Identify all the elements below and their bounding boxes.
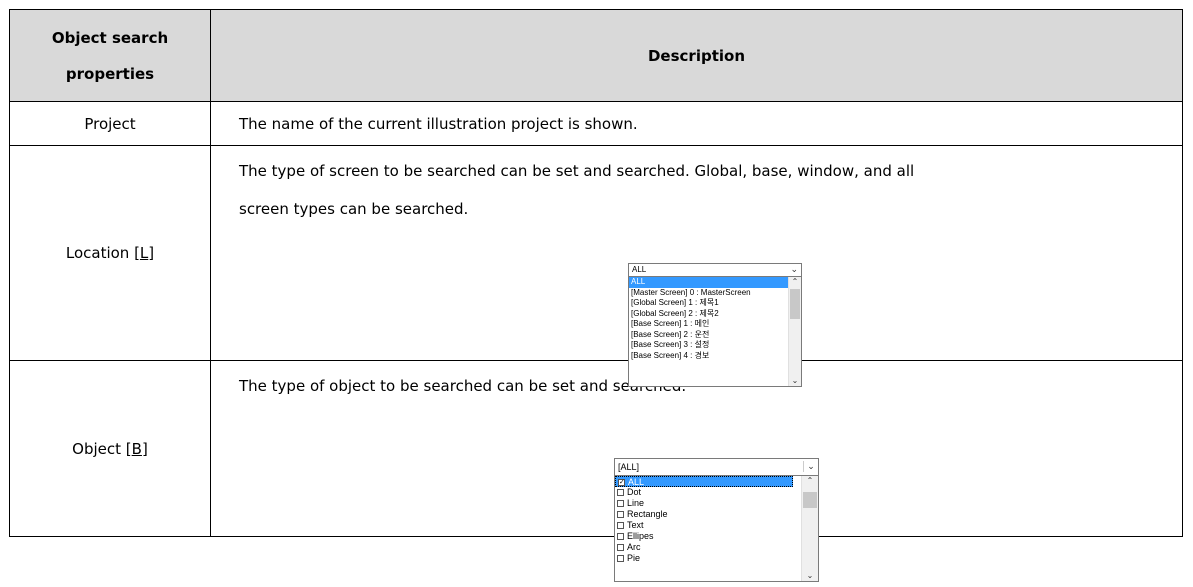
checkbox-icon[interactable] (617, 522, 624, 530)
object-dropdown[interactable]: [ALL] ⌄ ✓ ALL Dot Line Rectangle Text Ell… (614, 458, 819, 582)
list-item[interactable]: Pie (615, 553, 818, 564)
list-item[interactable]: ✓ ALL (615, 476, 793, 487)
object-combo-value: [ALL] (618, 462, 640, 472)
list-item[interactable]: [Global Screen] 1 : 제목1 (629, 298, 801, 309)
list-item[interactable]: [Base Screen] 3 : 설정 (629, 340, 801, 351)
list-item[interactable]: Line (615, 498, 818, 509)
location-scrollbar[interactable]: ⌃ ⌄ (788, 277, 801, 386)
table-header-row: Object search properties Description (9, 9, 1183, 102)
checkbox-icon[interactable] (617, 533, 624, 541)
list-item[interactable]: [Global Screen] 2 : 제목2 (629, 309, 801, 320)
property-object: Object [B] (9, 360, 211, 537)
table-row-object: Object [B] The type of object to be sear… (9, 360, 1183, 537)
checkbox-checked-icon[interactable]: ✓ (618, 479, 625, 486)
property-location: Location [L] (9, 145, 211, 361)
object-scrollbar[interactable]: ⌃ ⌄ (801, 476, 818, 581)
object-dropdown-list: ✓ ALL Dot Line Rectangle Text Ellipes Arc… (614, 476, 819, 582)
object-combo-box[interactable]: [ALL] ⌄ (614, 458, 819, 476)
location-dropdown-list: ALL [Master Screen] 0 : MasterScreen [Gl… (628, 277, 802, 387)
list-item[interactable]: Dot (615, 487, 818, 498)
object-shortcut-key: B (131, 439, 142, 458)
list-item[interactable]: Text (615, 520, 818, 531)
checkbox-icon[interactable] (617, 555, 624, 563)
checkbox-icon[interactable] (617, 500, 624, 508)
list-item[interactable]: [Master Screen] 0 : MasterScreen (629, 288, 801, 299)
checkbox-icon[interactable] (617, 489, 624, 497)
header-description-cell: Description (210, 9, 1183, 102)
object-search-properties-table: Object search properties Description Pro… (9, 9, 1183, 537)
description-location-line2: screen types can be searched. (239, 200, 469, 218)
location-combo-box[interactable]: ALL ⌄ (628, 263, 802, 277)
table-row-location: Location [L] The type of screen to be se… (9, 145, 1183, 361)
chevron-up-icon[interactable]: ⌃ (802, 476, 818, 486)
location-combo-value: ALL (632, 265, 647, 274)
property-project: Project (9, 101, 211, 146)
chevron-down-icon[interactable]: ⌄ (802, 571, 818, 581)
table-row-project: Project The name of the current illustra… (9, 101, 1183, 146)
list-item[interactable]: [Base Screen] 2 : 운전 (629, 330, 801, 341)
chevron-up-icon[interactable]: ⌃ (789, 277, 801, 287)
scrollbar-thumb[interactable] (803, 492, 817, 508)
list-item[interactable]: ALL (629, 277, 801, 288)
header-property-line1: Object search (51, 28, 169, 47)
chevron-down-icon[interactable]: ⌄ (789, 376, 801, 386)
list-item[interactable]: [Base Screen] 1 : 메인 (629, 319, 801, 330)
scrollbar-thumb[interactable] (790, 289, 800, 319)
description-location-line1: The type of screen to be searched can be… (239, 162, 915, 180)
list-item[interactable]: [Base Screen] 4 : 경보 (629, 351, 801, 362)
chevron-down-icon[interactable]: ⌄ (803, 461, 818, 472)
list-item[interactable]: Rectangle (615, 509, 818, 520)
checkbox-icon[interactable] (617, 544, 624, 552)
list-item[interactable]: Arc (615, 542, 818, 553)
list-item[interactable]: Ellipes (615, 531, 818, 542)
header-property-cell: Object search properties (9, 9, 211, 102)
header-property-line2: properties (65, 64, 155, 83)
chevron-down-icon[interactable]: ⌄ (790, 264, 798, 275)
description-project: The name of the current illustration pro… (210, 101, 1183, 146)
checkbox-icon[interactable] (617, 511, 624, 519)
location-dropdown[interactable]: ALL ⌄ ALL [Master Screen] 0 : MasterScre… (628, 263, 802, 387)
